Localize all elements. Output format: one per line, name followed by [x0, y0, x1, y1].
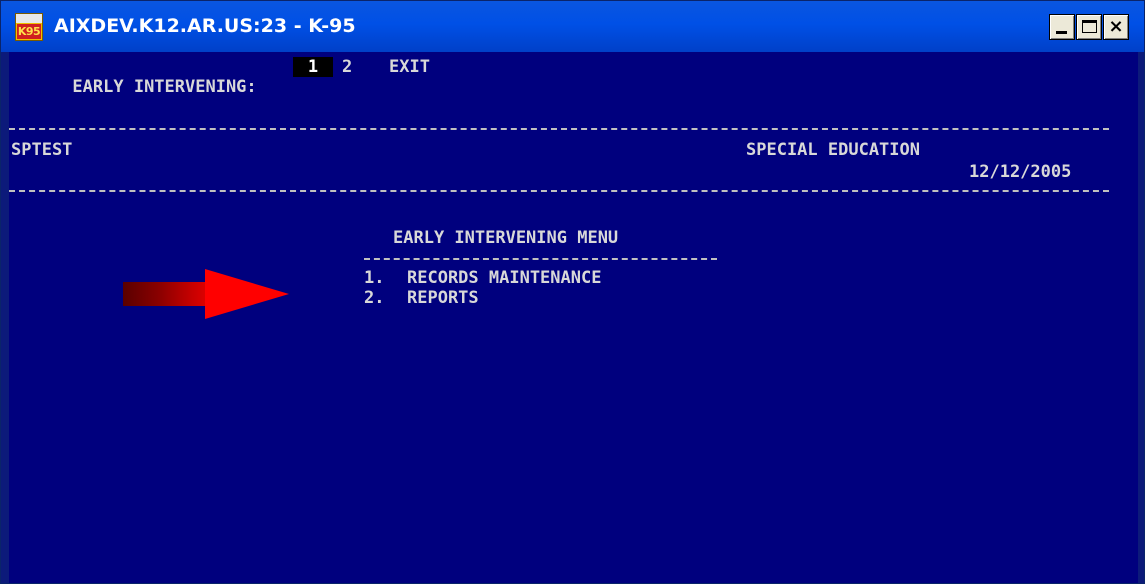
maximize-button[interactable]	[1076, 14, 1102, 40]
minimize-button[interactable]	[1049, 14, 1075, 40]
menu-item-2-number: 2.	[364, 288, 385, 308]
app-icon-label: K95	[17, 24, 41, 39]
header-bottom-separator	[9, 190, 1109, 192]
header-right: SPECIAL EDUCATION	[746, 140, 920, 160]
header-left: SPTEST	[11, 140, 73, 160]
header-top-separator	[9, 128, 1109, 130]
menu-title: EARLY INTERVENING MENU	[393, 228, 619, 248]
red-arrow-icon	[123, 269, 293, 319]
minimize-icon	[1056, 31, 1067, 34]
menu-bar-label: EARLY INTERVENING:	[72, 77, 257, 97]
menu-bar: EARLY INTERVENING:	[11, 57, 257, 117]
maximize-icon	[1082, 20, 1097, 33]
menu-title-underline	[364, 258, 717, 260]
k95-app-icon[interactable]: K95	[15, 13, 43, 41]
menu-option-1[interactable]: 1	[293, 57, 333, 77]
menu-item-records-maintenance[interactable]: RECORDS MAINTENANCE	[407, 268, 601, 288]
menu-item-1-number: 1.	[364, 268, 385, 288]
close-icon: ×	[1108, 16, 1124, 37]
menu-option-exit[interactable]: EXIT	[389, 57, 430, 77]
header-date: 12/12/2005	[969, 162, 1072, 182]
title-bar[interactable]: K95 AIXDEV.K12.AR.US:23 - K-95 ×	[1, 1, 1144, 52]
menu-option-2[interactable]: 2	[342, 57, 352, 77]
window-title: AIXDEV.K12.AR.US:23 - K-95	[54, 15, 356, 37]
menu-item-reports[interactable]: REPORTS	[407, 288, 479, 308]
close-button[interactable]: ×	[1103, 14, 1129, 40]
terminal-window: K95 AIXDEV.K12.AR.US:23 - K-95 × EARLY I…	[0, 0, 1145, 584]
